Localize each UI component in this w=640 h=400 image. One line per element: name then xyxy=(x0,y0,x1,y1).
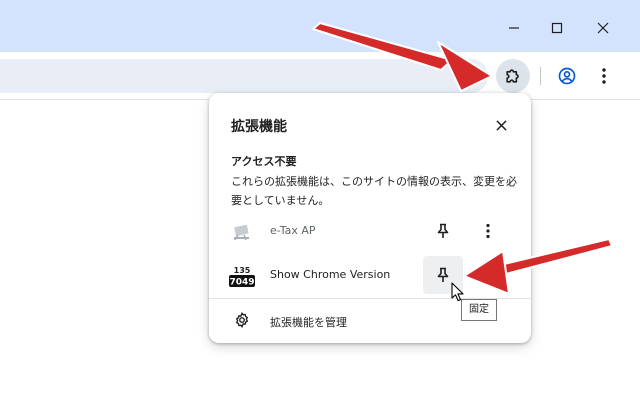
extension-item-etax[interactable]: e-Tax AP xyxy=(209,211,531,251)
etax-extension-icon xyxy=(234,224,249,241)
more-button-etax[interactable] xyxy=(477,218,499,244)
section-heading: アクセス不要 xyxy=(231,155,297,168)
section-description: これらの拡張機能は、このサイトの情報の表示、変更を必要としていません。 xyxy=(231,175,517,207)
bookmark-star-button[interactable] xyxy=(450,63,476,89)
address-bar[interactable] xyxy=(0,59,488,93)
profile-button[interactable] xyxy=(553,62,581,90)
more-vert-icon xyxy=(486,267,490,283)
maximize-icon xyxy=(551,22,563,34)
pin-icon xyxy=(437,223,449,238)
more-vert-icon xyxy=(602,68,606,84)
manage-extensions-label: 拡張機能を管理 xyxy=(270,316,347,329)
popup-close-button[interactable] xyxy=(490,114,512,136)
pin-tooltip: 固定 xyxy=(461,299,497,321)
gear-icon xyxy=(236,312,248,328)
chrome-menu-button[interactable] xyxy=(592,62,616,90)
star-icon xyxy=(456,69,470,82)
icon-version-bottom: 7049 xyxy=(229,278,254,288)
maximize-button[interactable] xyxy=(545,16,569,40)
account-circle-icon xyxy=(558,67,576,85)
more-vert-icon xyxy=(486,223,490,239)
icon-version-top: 135 xyxy=(234,266,251,275)
puzzle-icon xyxy=(506,69,519,83)
close-icon xyxy=(597,22,609,34)
pin-icon xyxy=(437,267,449,282)
mouse-cursor-icon xyxy=(451,282,464,302)
popup-title: 拡張機能 xyxy=(231,119,287,135)
extension-name: Show Chrome Version xyxy=(270,268,391,281)
toolbar-divider xyxy=(540,67,541,85)
extension-name: e-Tax AP xyxy=(270,224,316,237)
minimize-button[interactable] xyxy=(502,16,526,40)
show-chrome-version-icon: 135 7049 xyxy=(229,266,255,288)
extension-item-show-chrome-version[interactable]: 135 7049 Show Chrome Version xyxy=(209,255,531,295)
more-button-show-chrome-version[interactable] xyxy=(477,262,499,288)
close-icon xyxy=(495,119,507,131)
pin-button-etax[interactable] xyxy=(423,212,463,250)
window-titlebar xyxy=(0,0,640,52)
minimize-icon xyxy=(509,27,519,29)
close-window-button[interactable] xyxy=(591,16,615,40)
extensions-button[interactable] xyxy=(496,59,530,93)
